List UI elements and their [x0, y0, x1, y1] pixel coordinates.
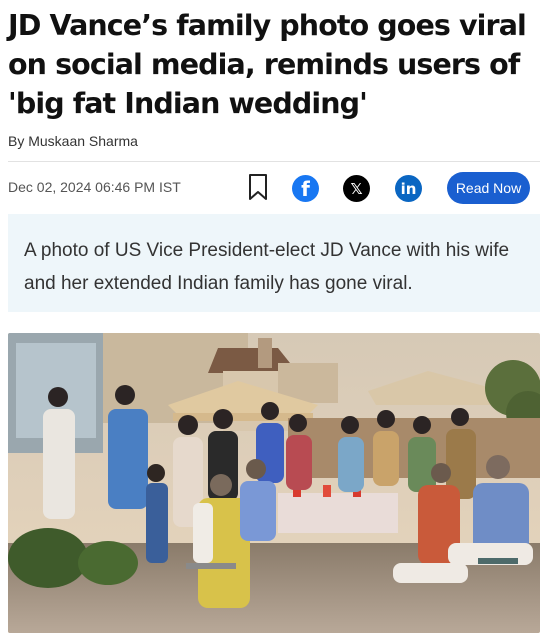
article-headline: JD Vance’s family photo goes viral on so… — [8, 9, 527, 120]
article-summary: A photo of US Vice President-elect JD Va… — [24, 240, 510, 294]
bookmark-icon[interactable] — [246, 172, 270, 202]
publish-date: Dec 02, 2024 06:46 PM IST — [8, 179, 181, 195]
linkedin-icon[interactable]: in — [395, 175, 422, 202]
article-meta-row: Dec 02, 2024 06:46 PM IST f 𝕏 in Read No… — [8, 170, 540, 206]
byline: By Muskaan Sharma — [8, 133, 138, 149]
author-name[interactable]: By Muskaan Sharma — [8, 133, 138, 149]
x-icon[interactable]: 𝕏 — [343, 175, 370, 202]
article-photo[interactable] — [8, 333, 540, 633]
divider — [8, 161, 540, 162]
facebook-icon[interactable]: f — [292, 175, 319, 202]
article-summary-box: A photo of US Vice President-elect JD Va… — [8, 214, 540, 312]
read-now-button[interactable]: Read Now — [447, 172, 530, 204]
